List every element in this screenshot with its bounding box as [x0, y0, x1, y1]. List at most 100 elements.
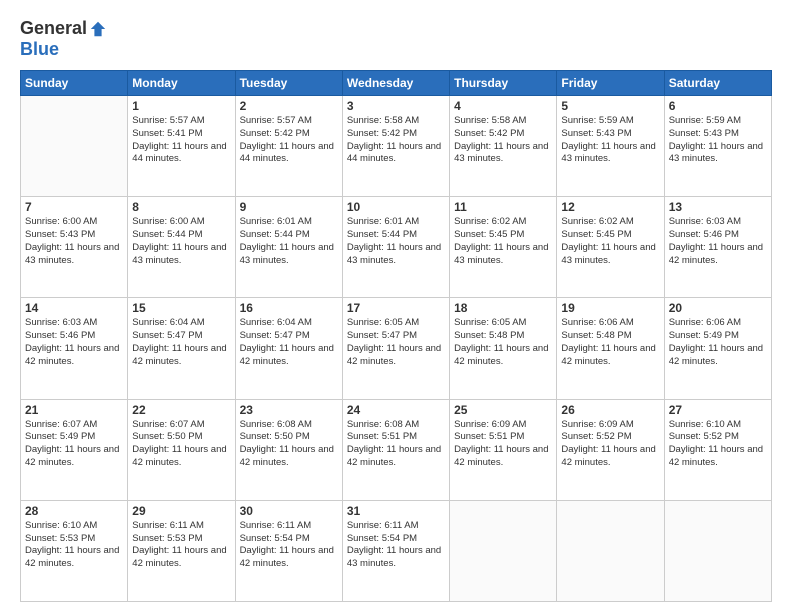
calendar-cell: 1 Sunrise: 5:57 AM Sunset: 5:41 PM Daylig…: [128, 96, 235, 197]
calendar-cell: 9 Sunrise: 6:01 AM Sunset: 5:44 PM Daylig…: [235, 197, 342, 298]
calendar-cell: 14 Sunrise: 6:03 AM Sunset: 5:46 PM Dayli…: [21, 298, 128, 399]
calendar-cell: [450, 500, 557, 601]
day-info: Sunrise: 6:06 AM Sunset: 5:48 PM Dayligh…: [561, 317, 659, 368]
calendar-cell: 27Sunrise: 6:10 AM Sunset: 5:52 PM Dayli…: [664, 399, 771, 500]
day-info: Sunrise: 6:07 AM Sunset: 5:50 PM Dayligh…: [132, 419, 230, 470]
day-number: 7: [25, 200, 123, 214]
day-number: 14: [25, 301, 123, 315]
calendar-cell: 5 Sunrise: 5:59 AM Sunset: 5:43 PM Daylig…: [557, 96, 664, 197]
calendar-cell: 2 Sunrise: 5:57 AM Sunset: 5:42 PM Daylig…: [235, 96, 342, 197]
calendar-cell: 24Sunrise: 6:08 AM Sunset: 5:51 PM Dayli…: [342, 399, 449, 500]
day-number: 28: [25, 504, 123, 518]
calendar-cell: 29Sunrise: 6:11 AM Sunset: 5:53 PM Dayli…: [128, 500, 235, 601]
calendar-cell: 25 Sunrise: 6:09 AM Sunset: 5:51 PM Dayli…: [450, 399, 557, 500]
calendar-table: SundayMondayTuesdayWednesdayThursdayFrid…: [20, 70, 772, 602]
day-number: 25: [454, 403, 552, 417]
day-number: 8: [132, 200, 230, 214]
calendar-cell: [21, 96, 128, 197]
day-number: 27: [669, 403, 767, 417]
day-info: Sunrise: 6:05 AM Sunset: 5:48 PM Dayligh…: [454, 317, 552, 368]
calendar-cell: [664, 500, 771, 601]
day-info: Sunrise: 5:57 AM Sunset: 5:41 PM Dayligh…: [132, 115, 230, 166]
weekday-header: Tuesday: [235, 71, 342, 96]
day-info: Sunrise: 6:10 AM Sunset: 5:53 PM Dayligh…: [25, 520, 123, 571]
day-number: 20: [669, 301, 767, 315]
day-info: Sunrise: 6:04 AM Sunset: 5:47 PM Dayligh…: [240, 317, 338, 368]
calendar-cell: 19 Sunrise: 6:06 AM Sunset: 5:48 PM Dayli…: [557, 298, 664, 399]
calendar-week-row: 1 Sunrise: 5:57 AM Sunset: 5:41 PM Daylig…: [21, 96, 772, 197]
day-number: 6: [669, 99, 767, 113]
calendar-week-row: 28 Sunrise: 6:10 AM Sunset: 5:53 PM Dayli…: [21, 500, 772, 601]
day-number: 9: [240, 200, 338, 214]
calendar-cell: 26Sunrise: 6:09 AM Sunset: 5:52 PM Dayli…: [557, 399, 664, 500]
day-number: 1: [132, 99, 230, 113]
calendar-week-row: 14 Sunrise: 6:03 AM Sunset: 5:46 PM Dayli…: [21, 298, 772, 399]
day-number: 2: [240, 99, 338, 113]
weekday-header: Friday: [557, 71, 664, 96]
day-number: 31: [347, 504, 445, 518]
day-info: Sunrise: 6:04 AM Sunset: 5:47 PM Dayligh…: [132, 317, 230, 368]
day-number: 23: [240, 403, 338, 417]
day-number: 3: [347, 99, 445, 113]
header: General Blue: [20, 18, 772, 60]
day-number: 5: [561, 99, 659, 113]
day-info: Sunrise: 6:08 AM Sunset: 5:50 PM Dayligh…: [240, 419, 338, 470]
day-info: Sunrise: 6:05 AM Sunset: 5:47 PM Dayligh…: [347, 317, 445, 368]
day-info: Sunrise: 5:59 AM Sunset: 5:43 PM Dayligh…: [669, 115, 767, 166]
calendar-cell: 13 Sunrise: 6:03 AM Sunset: 5:46 PM Dayli…: [664, 197, 771, 298]
day-info: Sunrise: 6:07 AM Sunset: 5:49 PM Dayligh…: [25, 419, 123, 470]
day-number: 30: [240, 504, 338, 518]
day-number: 18: [454, 301, 552, 315]
day-number: 24: [347, 403, 445, 417]
logo-general-text: General: [20, 18, 87, 39]
calendar-cell: 11 Sunrise: 6:02 AM Sunset: 5:45 PM Dayli…: [450, 197, 557, 298]
day-info: Sunrise: 6:09 AM Sunset: 5:52 PM Dayligh…: [561, 419, 659, 470]
calendar-cell: 12Sunrise: 6:02 AM Sunset: 5:45 PM Dayli…: [557, 197, 664, 298]
calendar-cell: 7Sunrise: 6:00 AM Sunset: 5:43 PM Daylig…: [21, 197, 128, 298]
day-info: Sunrise: 6:03 AM Sunset: 5:46 PM Dayligh…: [669, 216, 767, 267]
weekday-header: Saturday: [664, 71, 771, 96]
day-number: 16: [240, 301, 338, 315]
day-info: Sunrise: 6:11 AM Sunset: 5:54 PM Dayligh…: [240, 520, 338, 571]
calendar-cell: 30 Sunrise: 6:11 AM Sunset: 5:54 PM Dayli…: [235, 500, 342, 601]
weekday-header: Thursday: [450, 71, 557, 96]
calendar-cell: 20 Sunrise: 6:06 AM Sunset: 5:49 PM Dayli…: [664, 298, 771, 399]
day-info: Sunrise: 5:57 AM Sunset: 5:42 PM Dayligh…: [240, 115, 338, 166]
calendar-cell: 15 Sunrise: 6:04 AM Sunset: 5:47 PM Dayli…: [128, 298, 235, 399]
page: General Blue SundayMondayTuesdayWednesda…: [0, 0, 792, 612]
day-info: Sunrise: 6:00 AM Sunset: 5:44 PM Dayligh…: [132, 216, 230, 267]
calendar-cell: 3 Sunrise: 5:58 AM Sunset: 5:42 PM Daylig…: [342, 96, 449, 197]
calendar-cell: 31 Sunrise: 6:11 AM Sunset: 5:54 PM Dayli…: [342, 500, 449, 601]
day-info: Sunrise: 6:11 AM Sunset: 5:53 PM Dayligh…: [132, 520, 230, 571]
weekday-header: Wednesday: [342, 71, 449, 96]
day-number: 19: [561, 301, 659, 315]
day-info: Sunrise: 5:58 AM Sunset: 5:42 PM Dayligh…: [347, 115, 445, 166]
day-info: Sunrise: 6:01 AM Sunset: 5:44 PM Dayligh…: [240, 216, 338, 267]
day-number: 15: [132, 301, 230, 315]
day-number: 22: [132, 403, 230, 417]
day-number: 17: [347, 301, 445, 315]
logo-icon: [89, 20, 107, 38]
calendar-cell: 22 Sunrise: 6:07 AM Sunset: 5:50 PM Dayli…: [128, 399, 235, 500]
calendar-cell: 17 Sunrise: 6:05 AM Sunset: 5:47 PM Dayli…: [342, 298, 449, 399]
calendar-cell: 21 Sunrise: 6:07 AM Sunset: 5:49 PM Dayli…: [21, 399, 128, 500]
day-info: Sunrise: 6:06 AM Sunset: 5:49 PM Dayligh…: [669, 317, 767, 368]
day-number: 21: [25, 403, 123, 417]
day-info: Sunrise: 6:02 AM Sunset: 5:45 PM Dayligh…: [454, 216, 552, 267]
day-info: Sunrise: 5:59 AM Sunset: 5:43 PM Dayligh…: [561, 115, 659, 166]
day-number: 13: [669, 200, 767, 214]
calendar-cell: 28 Sunrise: 6:10 AM Sunset: 5:53 PM Dayli…: [21, 500, 128, 601]
day-info: Sunrise: 6:09 AM Sunset: 5:51 PM Dayligh…: [454, 419, 552, 470]
calendar-week-row: 7Sunrise: 6:00 AM Sunset: 5:43 PM Daylig…: [21, 197, 772, 298]
day-info: Sunrise: 5:58 AM Sunset: 5:42 PM Dayligh…: [454, 115, 552, 166]
calendar-week-row: 21 Sunrise: 6:07 AM Sunset: 5:49 PM Dayli…: [21, 399, 772, 500]
day-info: Sunrise: 6:03 AM Sunset: 5:46 PM Dayligh…: [25, 317, 123, 368]
calendar-cell: 6 Sunrise: 5:59 AM Sunset: 5:43 PM Daylig…: [664, 96, 771, 197]
weekday-header: Sunday: [21, 71, 128, 96]
day-number: 10: [347, 200, 445, 214]
calendar-cell: [557, 500, 664, 601]
day-info: Sunrise: 6:11 AM Sunset: 5:54 PM Dayligh…: [347, 520, 445, 571]
day-number: 11: [454, 200, 552, 214]
calendar-cell: 10Sunrise: 6:01 AM Sunset: 5:44 PM Dayli…: [342, 197, 449, 298]
logo: General Blue: [20, 18, 107, 60]
